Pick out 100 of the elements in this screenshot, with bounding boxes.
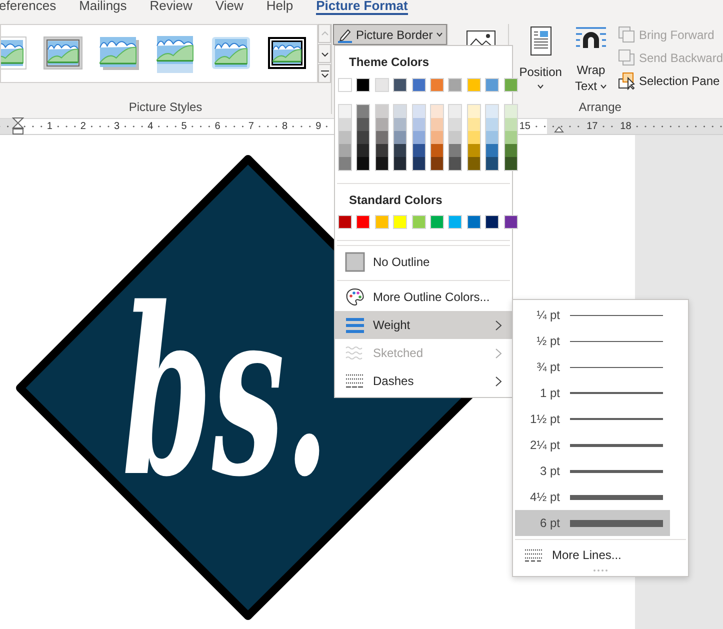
color-swatch[interactable] <box>504 131 517 144</box>
menu-item[interactable]: Dashes <box>335 367 512 395</box>
color-swatch[interactable] <box>376 79 388 91</box>
color-swatch[interactable] <box>357 118 370 131</box>
color-swatch[interactable] <box>357 79 370 91</box>
ribbon-tab[interactable]: Review <box>150 0 192 15</box>
color-swatch[interactable] <box>504 118 517 131</box>
color-swatch[interactable] <box>468 216 480 228</box>
color-swatch[interactable] <box>376 131 388 144</box>
color-swatch[interactable] <box>449 131 462 144</box>
color-swatch[interactable] <box>339 79 351 91</box>
color-swatch[interactable] <box>449 157 462 170</box>
color-swatch[interactable] <box>357 157 370 170</box>
ribbon-tab[interactable]: Help <box>266 0 294 15</box>
color-swatch[interactable] <box>430 157 443 170</box>
color-swatch[interactable] <box>468 144 480 157</box>
color-swatch[interactable] <box>412 105 425 118</box>
color-swatch[interactable] <box>486 216 498 228</box>
color-swatch[interactable] <box>468 157 480 170</box>
color-swatch[interactable] <box>430 118 443 131</box>
line-weight-option[interactable]: 6 pt <box>515 510 670 536</box>
line-weight-option[interactable]: ¾ pt <box>515 354 670 380</box>
line-weight-option[interactable]: ½ pt <box>515 328 670 354</box>
line-weight-option[interactable]: 1½ pt <box>515 406 670 432</box>
dashed-lines-icon <box>524 547 544 563</box>
color-swatch[interactable] <box>339 131 351 144</box>
color-swatch[interactable] <box>394 118 406 131</box>
color-swatch[interactable] <box>376 157 388 170</box>
line-weight-option[interactable]: ¼ pt <box>515 302 670 328</box>
resize-grip-icon <box>592 569 608 572</box>
color-swatch[interactable] <box>394 157 406 170</box>
color-swatch[interactable] <box>430 79 443 91</box>
color-swatch[interactable] <box>394 79 406 91</box>
menu-item[interactable]: Weight <box>335 311 512 339</box>
color-swatch[interactable] <box>339 118 351 131</box>
color-swatch[interactable] <box>504 79 517 91</box>
scroll-down-button[interactable] <box>318 44 331 63</box>
color-swatch[interactable] <box>394 105 406 118</box>
line-weight-option[interactable]: 4½ pt <box>515 484 670 510</box>
color-swatch[interactable] <box>504 216 517 228</box>
color-swatch[interactable] <box>412 79 425 91</box>
menu-item[interactable]: More Lines... <box>513 543 648 567</box>
color-swatch[interactable] <box>468 79 480 91</box>
color-swatch[interactable] <box>486 118 498 131</box>
color-swatch[interactable] <box>504 105 517 118</box>
color-swatch[interactable] <box>486 144 498 157</box>
color-swatch[interactable] <box>339 144 351 157</box>
line-weight-option[interactable]: 3 pt <box>515 458 670 484</box>
color-swatch[interactable] <box>412 118 425 131</box>
color-swatch[interactable] <box>504 157 517 170</box>
color-swatch[interactable] <box>339 216 351 228</box>
color-swatch[interactable] <box>412 131 425 144</box>
color-swatch[interactable] <box>486 131 498 144</box>
picture-border-button[interactable]: Picture Border <box>333 24 447 45</box>
arrange-command-button[interactable]: Selection Pane <box>618 72 723 90</box>
color-swatch[interactable] <box>339 157 351 170</box>
color-swatch[interactable] <box>449 118 462 131</box>
color-swatch[interactable] <box>430 131 443 144</box>
color-swatch[interactable] <box>394 144 406 157</box>
gallery-more-button[interactable] <box>318 64 331 83</box>
color-swatch[interactable] <box>412 157 425 170</box>
color-swatch[interactable] <box>357 105 370 118</box>
ribbon-tab[interactable]: Mailings <box>79 0 127 15</box>
color-swatch[interactable] <box>468 131 480 144</box>
color-swatch[interactable] <box>394 216 406 228</box>
palette-icon <box>345 287 365 307</box>
color-swatch[interactable] <box>376 216 388 228</box>
ribbon-tab[interactable]: View <box>215 0 244 15</box>
ribbon-tab[interactable]: Picture Format <box>316 0 408 15</box>
position-button[interactable]: Position <box>517 24 564 94</box>
line-weight-option[interactable]: 1 pt <box>515 380 670 406</box>
color-swatch[interactable] <box>430 144 443 157</box>
wrap-text-button[interactable]: Wrap Text <box>568 24 614 94</box>
color-swatch[interactable] <box>504 144 517 157</box>
color-swatch[interactable] <box>468 118 480 131</box>
empty-square-icon <box>345 252 365 272</box>
line-weight-option[interactable]: 2¼ pt <box>515 432 670 458</box>
color-swatch[interactable] <box>376 144 388 157</box>
color-swatch[interactable] <box>339 105 351 118</box>
color-swatch[interactable] <box>357 131 370 144</box>
menu-item[interactable]: More Outline Colors... <box>335 283 512 311</box>
color-swatch[interactable] <box>430 216 443 228</box>
group-label: Arrange <box>578 100 622 114</box>
color-swatch[interactable] <box>430 105 443 118</box>
color-swatch[interactable] <box>486 105 498 118</box>
color-swatch[interactable] <box>394 131 406 144</box>
color-swatch[interactable] <box>486 79 498 91</box>
color-swatch[interactable] <box>468 105 480 118</box>
color-swatch[interactable] <box>412 144 425 157</box>
color-swatch[interactable] <box>376 118 388 131</box>
color-swatch[interactable] <box>376 105 388 118</box>
color-swatch[interactable] <box>412 216 425 228</box>
color-swatch[interactable] <box>486 157 498 170</box>
color-swatch[interactable] <box>357 144 370 157</box>
menu-item[interactable]: No Outline <box>335 248 512 276</box>
color-swatch[interactable] <box>449 105 462 118</box>
color-swatch[interactable] <box>449 144 462 157</box>
color-swatch[interactable] <box>449 216 462 228</box>
color-swatch[interactable] <box>449 79 462 91</box>
color-swatch[interactable] <box>357 216 370 228</box>
